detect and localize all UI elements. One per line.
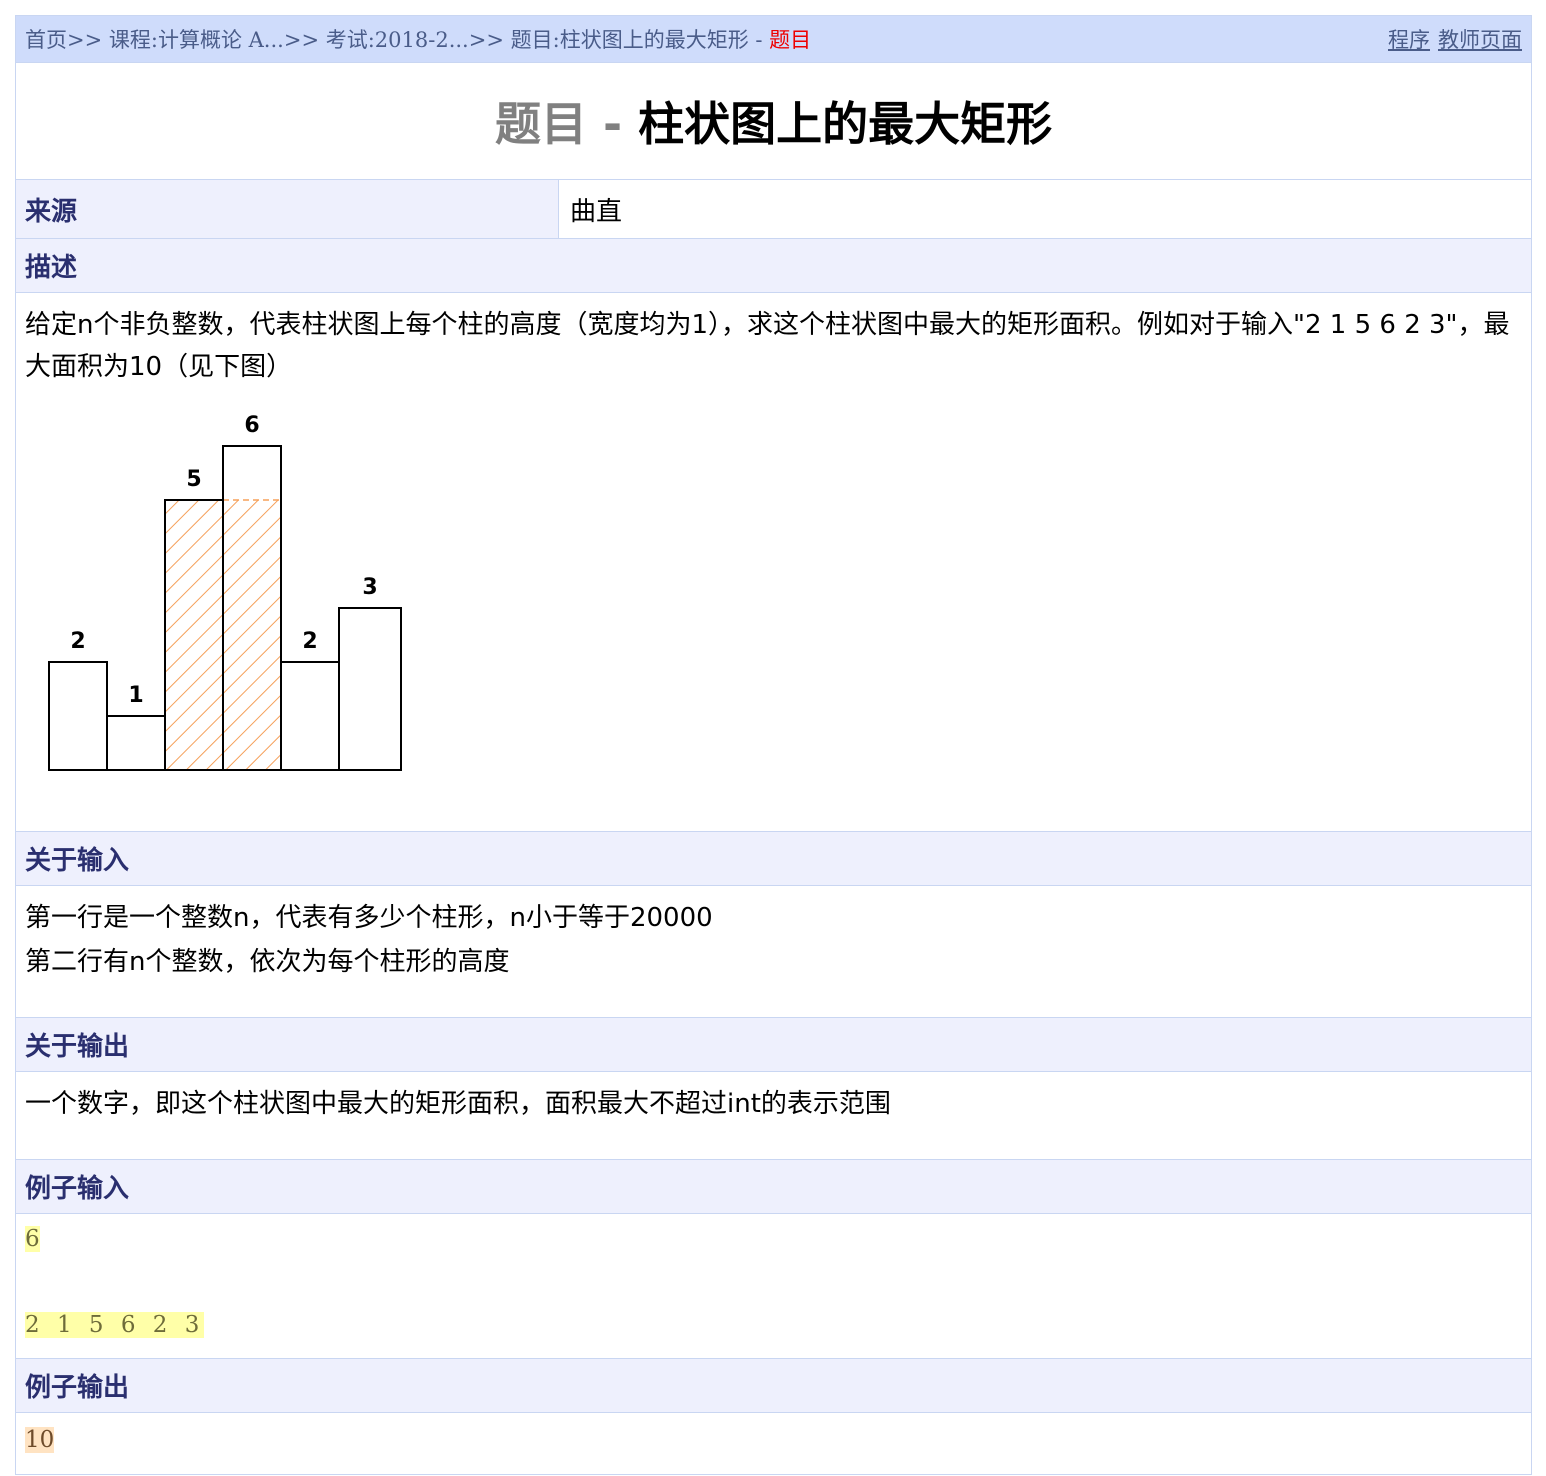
source-row: 来源 曲直 [16, 180, 1531, 239]
bar-label: 5 [186, 467, 201, 492]
sample-output-body: 10 [16, 1413, 1531, 1471]
output-text: 一个数字，即这个柱状图中最大的矩形面积，面积最大不超过int的表示范围 [25, 1089, 891, 1119]
teacher-page-link[interactable]: 教师页面 [1438, 28, 1522, 52]
sample-input-body: 6 2 1 5 6 2 3 [16, 1214, 1531, 1359]
output-header: 关于输出 [16, 1018, 1531, 1072]
input-line-2: 第二行有n个整数，依次为每个柱形的高度 [25, 947, 510, 977]
output-body: 一个数字，即这个柱状图中最大的矩形面积，面积最大不超过int的表示范围 [16, 1072, 1531, 1160]
sample-output-value: 10 [25, 1427, 55, 1453]
breadcrumb-problem-link[interactable]: 题目:柱状图上的最大矩形 [511, 28, 749, 52]
breadcrumb-dash: - [748, 28, 770, 52]
breadcrumb-course-link[interactable]: 课程:计算概论 A... [109, 28, 284, 52]
max-rectangle-fill [164, 499, 224, 771]
breadcrumb-current: 题目 [769, 28, 812, 52]
histogram-bar [338, 607, 402, 771]
histogram-bar [48, 661, 108, 771]
breadcrumb-home-link[interactable]: 首页 [25, 28, 67, 52]
bar-label: 2 [70, 629, 85, 654]
max-rectangle-fill [222, 499, 282, 771]
histogram-bar [106, 715, 166, 771]
page-title: 题目 - 柱状图上的最大矩形 [495, 88, 1052, 154]
problem-page: 首页>> 课程:计算概论 A...>> 考试:2018-2...>> 题目:柱状… [15, 15, 1532, 1475]
program-link[interactable]: 程序 [1388, 28, 1430, 52]
bar-label: 1 [128, 683, 143, 708]
breadcrumb: 首页>> 课程:计算概论 A...>> 考试:2018-2...>> 题目:柱状… [25, 24, 811, 54]
input-header: 关于输入 [16, 832, 1531, 886]
source-value: 曲直 [570, 196, 623, 227]
input-body: 第一行是一个整数n，代表有多少个柱形，n小于等于20000 第二行有n个整数，依… [16, 886, 1531, 1018]
breadcrumb-separator: >> [283, 28, 320, 52]
title-separator: - [602, 97, 623, 151]
description-header: 描述 [16, 239, 1531, 293]
description-text: 给定n个非负整数，代表柱状图上每个柱的高度（宽度均为1），求这个柱状图中最大的矩… [25, 310, 1510, 382]
bar-label: 3 [362, 575, 377, 600]
sample-input-line-2: 2 1 5 6 2 3 [25, 1312, 205, 1338]
top-links: 程序 教师页面 [1380, 24, 1522, 54]
breadcrumb-separator: >> [67, 28, 103, 52]
description-body: 给定n个非负整数，代表柱状图上每个柱的高度（宽度均为1），求这个柱状图中最大的矩… [16, 293, 1531, 832]
histogram-bar [280, 661, 340, 771]
sample-output-header: 例子输出 [16, 1359, 1531, 1413]
input-line-1: 第一行是一个整数n，代表有多少个柱形，n小于等于20000 [25, 903, 713, 933]
title-prefix: 题目 [494, 97, 587, 151]
problem-name: 柱状图上的最大矩形 [638, 97, 1053, 151]
title-row: 题目 - 柱状图上的最大矩形 [16, 63, 1531, 180]
bar-label: 2 [302, 629, 317, 654]
source-label: 来源 [16, 180, 559, 238]
breadcrumb-separator: >> [468, 28, 504, 52]
breadcrumb-exam-link[interactable]: 考试:2018-2... [326, 28, 469, 52]
sample-input-line-1: 6 [25, 1226, 40, 1252]
histogram-figure: 2 1 5 6 2 3 [48, 413, 402, 771]
bar-label: 6 [244, 413, 259, 438]
top-bar: 首页>> 课程:计算概论 A...>> 考试:2018-2...>> 题目:柱状… [16, 16, 1531, 63]
sample-input-header: 例子输入 [16, 1160, 1531, 1214]
